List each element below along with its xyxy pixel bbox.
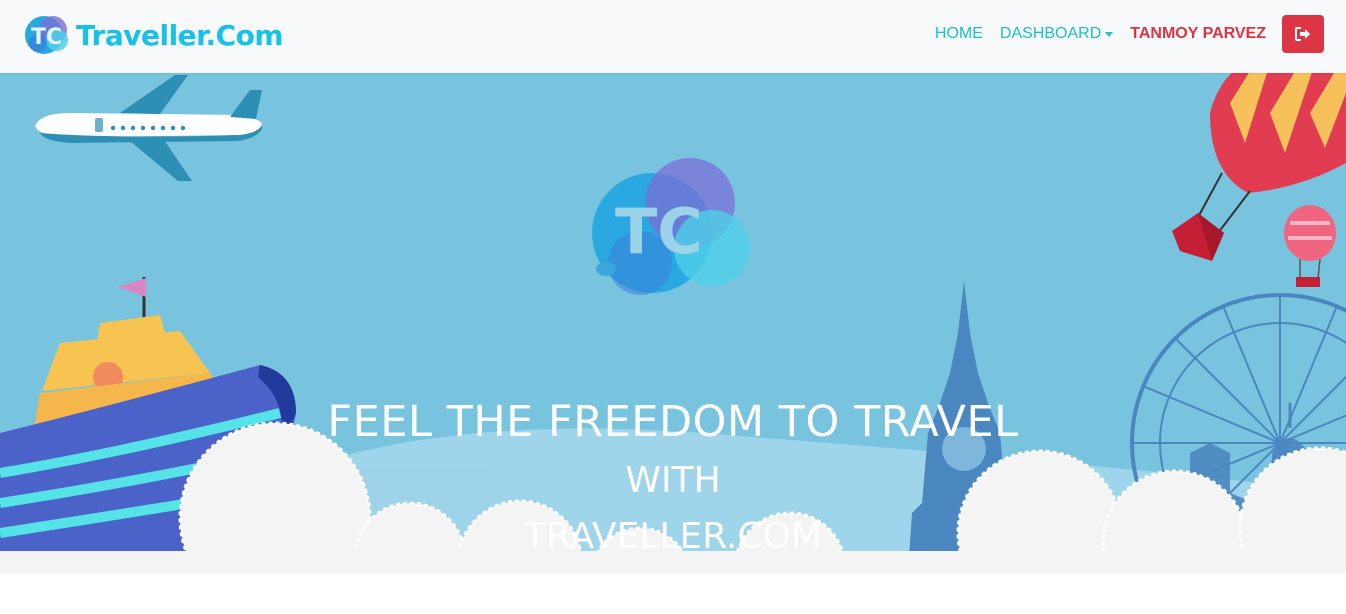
hero-heading-line1: FEEL THE FREEDOM TO TRAVEL [327,397,1019,447]
hero-heading-line2: WITH [625,460,721,501]
sign-out-icon [1295,27,1310,41]
hero-heading: FEEL THE FREEDOM TO TRAVEL WITH TRAVELLE… [0,395,1346,565]
caret-down-icon [1105,31,1114,37]
nav-dashboard-label: DASHBOARD [999,25,1102,42]
nav-home-link[interactable]: HOME [935,25,983,43]
nav-links: HOME DASHBOARD TANMOY PARVEZ [918,15,1324,53]
tc-logo-icon: TC [25,16,68,54]
brand-link[interactable]: TC Traveller.Com [22,10,284,60]
hero-banner: TC FEEL THE FREEDOM TO TRAVEL WITH TRAVE… [0,73,1346,573]
hero-heading-line3: TRAVELLER.COM [524,516,822,557]
navbar: TC Traveller.Com HOME DASHBOARD TANMOY P… [0,0,1346,72]
nav-dashboard-dropdown[interactable]: DASHBOARD [999,25,1114,43]
svg-text:TC: TC [31,25,62,50]
svg-text:TC: TC [615,195,703,268]
nav-user-name[interactable]: TANMOY PARVEZ [1130,25,1266,43]
brand-name: Traveller.Com [76,18,284,52]
logout-button[interactable] [1282,15,1324,53]
